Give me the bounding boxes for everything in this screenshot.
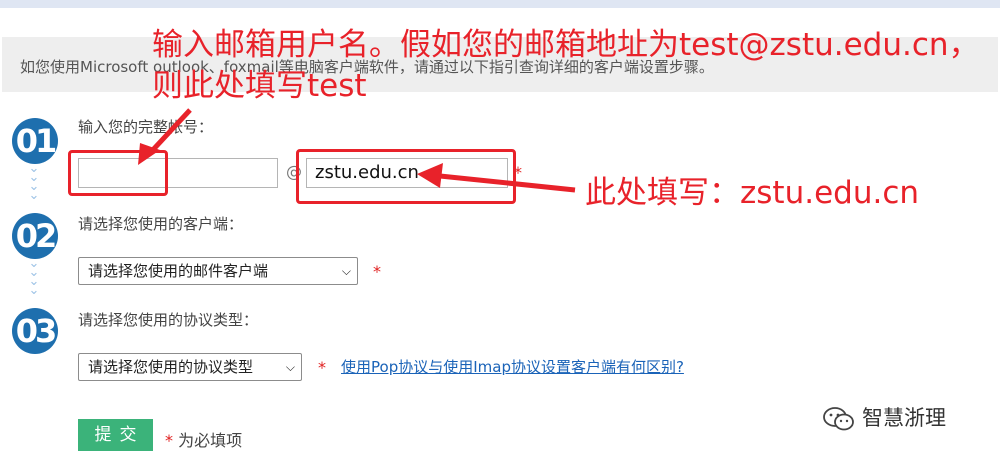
arrow-to-username (148, 108, 192, 155)
annotation-arrows (138, 108, 576, 193)
watermark-text: 智慧浙理 (862, 406, 946, 430)
wechat-icon (823, 407, 854, 431)
wechat-watermark: 智慧浙理 (822, 402, 946, 432)
arrowhead-domain (417, 163, 443, 188)
arrow-to-domain (439, 173, 576, 193)
